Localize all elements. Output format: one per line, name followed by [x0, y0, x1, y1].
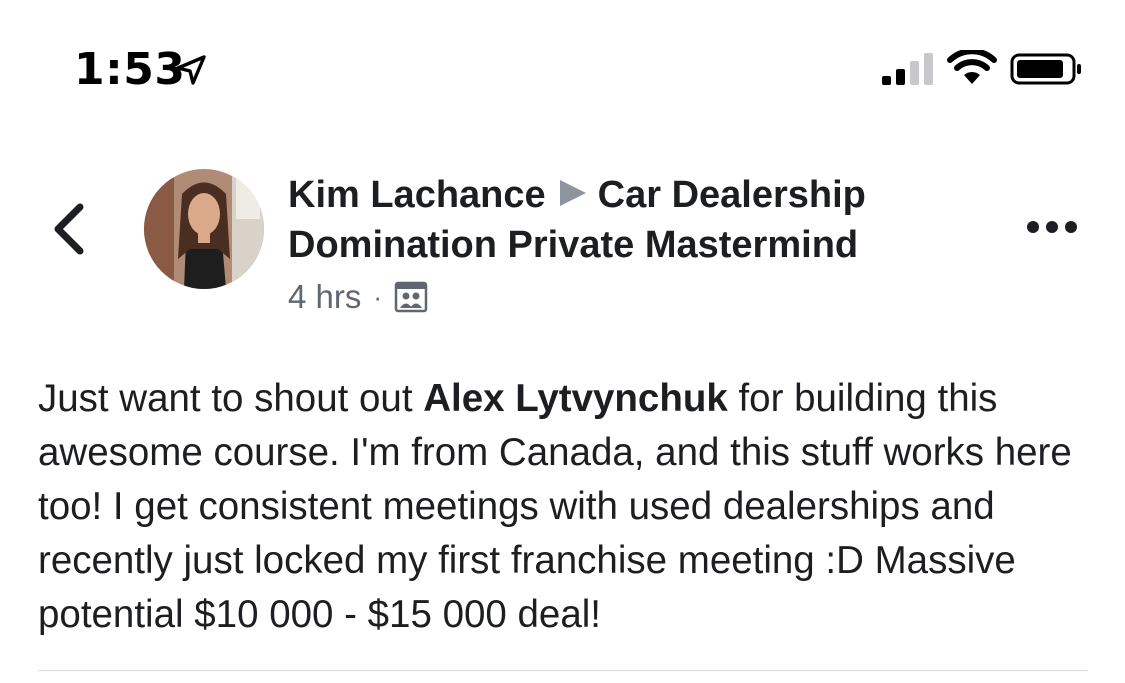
- location-arrow-icon: [176, 55, 206, 85]
- avatar-photo: [144, 169, 264, 289]
- post-screen: 1:53 Kim Lachance Car Dealership Dominat…: [0, 0, 1125, 683]
- more-options-icon[interactable]: [1024, 217, 1080, 237]
- post-text-start: Just want to shout out: [38, 377, 424, 420]
- wifi-icon: [947, 50, 997, 84]
- post-timestamp[interactable]: 4 hrs: [288, 278, 361, 316]
- author-avatar[interactable]: [144, 169, 264, 289]
- post-header-title: Kim Lachance Car Dealership Domination Pr…: [288, 170, 978, 270]
- cellular-signal-icon: [882, 53, 933, 85]
- group-audience-icon: [394, 281, 428, 313]
- status-time: 1:53: [74, 44, 186, 95]
- post-meta: 4 hrs ·: [288, 278, 428, 316]
- battery-icon: [1010, 53, 1081, 85]
- group-arrow-icon: [559, 180, 586, 206]
- divider: [38, 670, 1088, 671]
- mention-link[interactable]: Alex Lytvynchuk: [423, 377, 728, 420]
- back-button[interactable]: [50, 201, 90, 257]
- author-name[interactable]: Kim Lachance: [288, 174, 546, 216]
- meta-separator: ·: [373, 281, 383, 312]
- post-body: Just want to shout out Alex Lytvynchuk f…: [38, 372, 1098, 642]
